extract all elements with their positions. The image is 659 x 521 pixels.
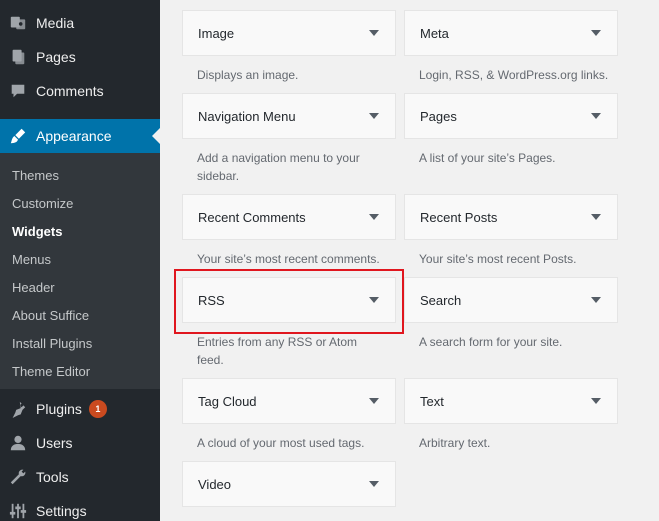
- menu-item-label: Tools: [36, 469, 69, 485]
- widget-description: Arbitrary text.: [419, 436, 491, 450]
- widget-title: Video: [198, 477, 232, 492]
- dropdown-arrow-icon[interactable]: [369, 214, 379, 220]
- dropdown-arrow-icon[interactable]: [591, 398, 601, 404]
- plugin-update-badge: 1: [88, 400, 107, 418]
- menu-item-appearance[interactable]: Appearance: [0, 119, 160, 153]
- dropdown-arrow-icon[interactable]: [591, 30, 601, 36]
- widget-text[interactable]: Text: [404, 378, 618, 424]
- submenu-theme-editor[interactable]: Theme Editor: [12, 364, 90, 379]
- pages-icon: [0, 48, 36, 66]
- widget-image[interactable]: Image: [182, 10, 396, 56]
- submenu-customize[interactable]: Customize: [12, 196, 73, 211]
- menu-item-plugins[interactable]: Plugins 1: [0, 392, 160, 426]
- widget-search[interactable]: Search: [404, 277, 618, 323]
- widget-title: Text: [420, 394, 444, 409]
- menu-item-users[interactable]: Users: [0, 426, 160, 460]
- dropdown-arrow-icon[interactable]: [369, 113, 379, 119]
- dropdown-arrow-icon[interactable]: [369, 398, 379, 404]
- appearance-submenu: Themes Customize Widgets Menus Header Ab…: [0, 153, 160, 389]
- widget-description: A cloud of your most used tags.: [197, 436, 365, 450]
- widget-pages[interactable]: Pages: [404, 93, 618, 139]
- dropdown-arrow-icon[interactable]: [591, 214, 601, 220]
- submenu-menus[interactable]: Menus: [12, 252, 51, 267]
- dropdown-arrow-icon[interactable]: [369, 297, 379, 303]
- widget-description: A list of your site’s Pages.: [419, 151, 556, 165]
- submenu-themes[interactable]: Themes: [12, 168, 59, 183]
- menu-item-label: Media: [36, 15, 75, 31]
- widget-description: Displays an image.: [197, 68, 299, 82]
- menu-item-pages[interactable]: Pages: [0, 40, 160, 74]
- widget-navigation-menu[interactable]: Navigation Menu: [182, 93, 396, 139]
- widget-title: Recent Posts: [420, 210, 498, 225]
- menu-item-label: Appearance: [36, 128, 112, 144]
- widget-description: Login, RSS, & WordPress.org links.: [419, 68, 609, 82]
- plugins-icon: [0, 400, 36, 418]
- menu-item-tools[interactable]: Tools: [0, 460, 160, 494]
- widget-rss[interactable]: RSS: [182, 277, 396, 323]
- dropdown-arrow-icon[interactable]: [369, 481, 379, 487]
- widget-description: A search form for your site.: [419, 335, 563, 349]
- widget-description: Your site’s most recent Posts.: [419, 252, 577, 266]
- menu-item-media[interactable]: Media: [0, 6, 160, 40]
- submenu-install-plugins[interactable]: Install Plugins: [12, 336, 92, 351]
- widget-title: Tag Cloud: [198, 394, 257, 409]
- widget-tag-cloud[interactable]: Tag Cloud: [182, 378, 396, 424]
- widget-description: Your site’s most recent comments.: [197, 252, 380, 266]
- menu-item-label: Comments: [36, 83, 104, 99]
- menu-item-label: Users: [36, 435, 73, 451]
- admin-sidebar: Media Pages Comments Appearance Themes C…: [0, 0, 160, 521]
- settings-sliders-icon: [0, 502, 36, 520]
- widget-title: Navigation Menu: [198, 109, 296, 124]
- menu-item-settings[interactable]: Settings: [0, 494, 160, 521]
- widget-meta[interactable]: Meta: [404, 10, 618, 56]
- widget-title: Recent Comments: [198, 210, 306, 225]
- widget-recent-comments[interactable]: Recent Comments: [182, 194, 396, 240]
- menu-item-label: Pages: [36, 49, 76, 65]
- widget-video[interactable]: Video: [182, 461, 396, 507]
- appearance-brush-icon: [0, 127, 36, 145]
- dropdown-arrow-icon[interactable]: [369, 30, 379, 36]
- submenu-about-suffice[interactable]: About Suffice: [12, 308, 89, 323]
- widget-title: RSS: [198, 293, 225, 308]
- current-menu-arrow: [152, 128, 160, 144]
- comments-icon: [0, 82, 36, 100]
- submenu-widgets[interactable]: Widgets: [12, 224, 62, 239]
- widget-title: Meta: [420, 26, 449, 41]
- users-icon: [0, 434, 36, 452]
- widget-description: Entries from any RSS or Atom feed.: [197, 335, 358, 367]
- widget-description: Add a navigation menu to your sidebar.: [197, 151, 360, 183]
- menu-item-label: Settings: [36, 503, 87, 519]
- widget-title: Pages: [420, 109, 457, 124]
- widget-title: Search: [420, 293, 462, 308]
- widget-title: Image: [198, 26, 235, 41]
- dropdown-arrow-icon[interactable]: [591, 297, 601, 303]
- dropdown-arrow-icon[interactable]: [591, 113, 601, 119]
- widget-recent-posts[interactable]: Recent Posts: [404, 194, 618, 240]
- tools-wrench-icon: [0, 468, 36, 486]
- media-icon: [0, 14, 36, 32]
- menu-item-label: Plugins: [36, 401, 82, 417]
- menu-item-comments[interactable]: Comments: [0, 74, 160, 108]
- submenu-header[interactable]: Header: [12, 280, 55, 295]
